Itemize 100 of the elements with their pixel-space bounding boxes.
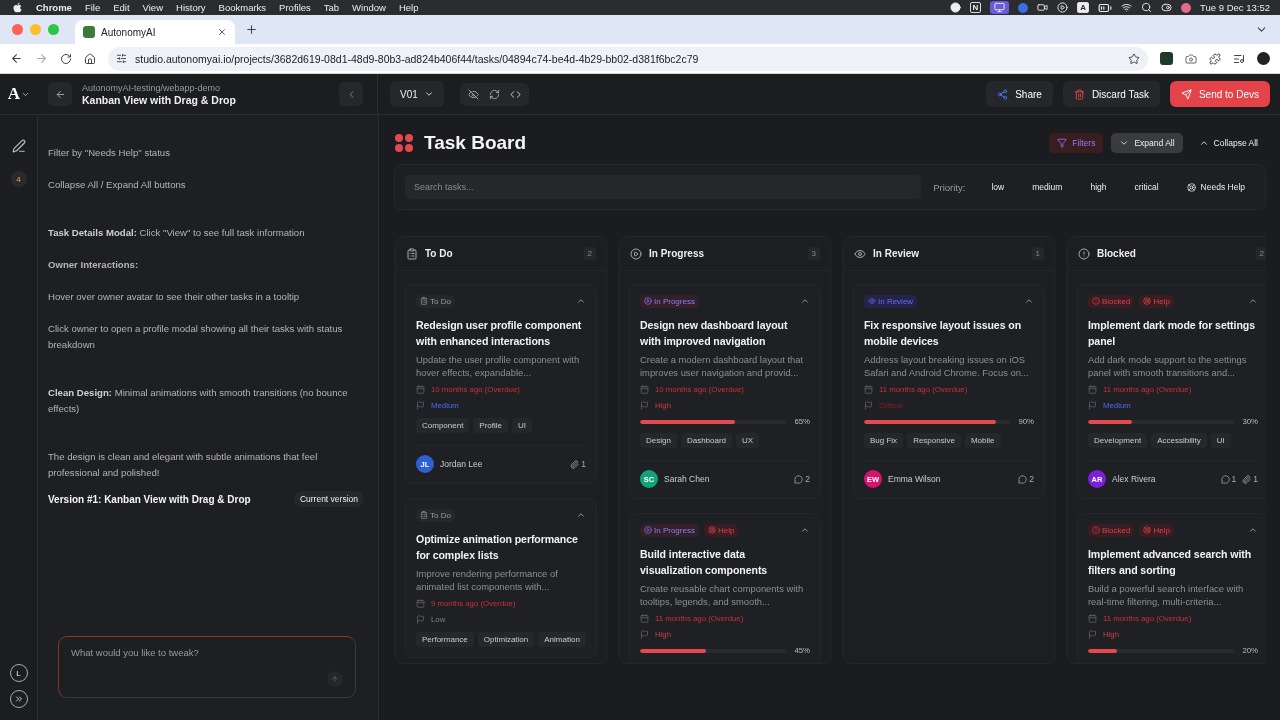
menu-item[interactable]: Chrome: [36, 2, 72, 13]
filters-button[interactable]: Filters: [1049, 133, 1104, 153]
code-icon[interactable]: [509, 88, 521, 100]
menu-item[interactable]: History: [176, 2, 206, 13]
tag: UI: [512, 418, 533, 433]
owner-name[interactable]: Jordan Lee: [440, 459, 565, 469]
flag-icon: [640, 630, 649, 639]
version-badge: Current version: [293, 491, 364, 507]
screen-share-button[interactable]: [990, 1, 1010, 14]
profile-avatar[interactable]: [1257, 52, 1270, 65]
camera-icon[interactable]: [1185, 52, 1197, 65]
menu-item[interactable]: File: [84, 2, 101, 13]
board-logo-icon: [394, 133, 414, 153]
expand-button[interactable]: Expand All: [1111, 133, 1183, 153]
discard-button[interactable]: Discard Task: [1062, 81, 1160, 107]
play-icon[interactable]: [1057, 2, 1069, 13]
menu-item[interactable]: View: [142, 2, 163, 13]
task-card[interactable]: [853, 284, 1045, 499]
menu-item[interactable]: Profiles: [279, 2, 311, 13]
video-icon[interactable]: [1037, 2, 1049, 13]
address-bar[interactable]: studio.autonomyai.io/projects/3682d619-08d1-48d9-80b3-ad824b406f44/tasks/04894c74-be4d-4b29-bb02-d381f6bc2c79: [108, 46, 1148, 71]
owner-name[interactable]: Emma Wilson: [888, 474, 1013, 484]
collapse-button[interactable]: [1024, 296, 1034, 306]
status-badge: In Progress: [640, 523, 699, 537]
calendar-icon: [416, 385, 425, 394]
priority-filter[interactable]: medium: [1022, 177, 1073, 197]
record-icon[interactable]: [949, 2, 961, 13]
alert-icon: [1078, 247, 1090, 260]
menubar-app-icon[interactable]: A: [1077, 2, 1090, 13]
comment-count: 2: [805, 474, 810, 484]
task-title: Kanban View with Drag & Drop: [82, 93, 237, 106]
collapse-button[interactable]: [1248, 525, 1258, 535]
menu-item[interactable]: Help: [398, 2, 419, 13]
priority-filter[interactable]: high: [1080, 177, 1117, 197]
menu-item[interactable]: Window: [352, 2, 386, 13]
search-icon[interactable]: [1141, 2, 1153, 13]
edit-icon[interactable]: [11, 139, 26, 153]
back-icon[interactable]: [10, 52, 23, 65]
needs-help-filter[interactable]: Needs Help: [1176, 177, 1255, 197]
owner-name[interactable]: Alex Rivera: [1112, 474, 1215, 484]
apple-icon[interactable]: [12, 2, 23, 13]
paragraph: The design is clean and elegant with subtle animations that feel professional and polished!: [48, 450, 319, 480]
close-icon[interactable]: [217, 27, 227, 37]
meeting-app-icon[interactable]: [1018, 2, 1029, 13]
task-description: Add dark mode support to the settings panel with smooth transitions and...: [1088, 353, 1248, 379]
paragraph: Filter by "Needs Help" status: [48, 146, 171, 160]
task-title: Implement advanced search with filters and sorting: [1088, 547, 1253, 578]
user-avatar[interactable]: [1181, 2, 1192, 13]
task-description: Create a modern dashboard layout that improves user navigation and provid...: [640, 353, 805, 379]
help-badge: Help: [703, 523, 739, 537]
status-badge: Blocked: [1088, 294, 1135, 308]
new-tab-icon[interactable]: [245, 23, 258, 36]
extensions-icon[interactable]: [1209, 52, 1221, 65]
collapse-button[interactable]: [576, 510, 586, 520]
tag: Development: [1088, 433, 1148, 448]
chat-input[interactable]: What would you like to tweak?: [71, 647, 343, 658]
collapse-button[interactable]: [1248, 296, 1258, 306]
priority-filter[interactable]: critical: [1124, 177, 1169, 197]
browser-tab[interactable]: AutonomyAI: [75, 20, 235, 44]
menu-item[interactable]: Bookmarks: [218, 2, 267, 13]
tag: Optimization: [477, 632, 535, 647]
priority-filter[interactable]: low: [981, 177, 1015, 197]
menu-item[interactable]: Tab: [323, 2, 340, 13]
reload-icon[interactable]: [60, 52, 72, 65]
collapse-button[interactable]: [800, 296, 810, 306]
calendar-icon: [864, 385, 873, 394]
extension-icon[interactable]: [1160, 52, 1173, 65]
board-title: Task Board: [424, 132, 527, 154]
owner-name[interactable]: Sarah Chen: [664, 474, 789, 484]
collapse-button[interactable]: Collapse All: [1190, 133, 1266, 153]
calendar-icon: [640, 385, 649, 394]
paragraph: Click owner to open a profile modal showing all their tasks with status breakdown: [48, 322, 344, 352]
wifi-icon[interactable]: [1121, 2, 1133, 13]
task-card[interactable]: [629, 284, 821, 499]
menubar-app-icon[interactable]: N: [969, 2, 982, 13]
eye-off-icon[interactable]: [467, 88, 479, 100]
control-center-icon[interactable]: [1161, 2, 1173, 13]
filter-icon: [1057, 138, 1068, 148]
back-button[interactable]: [48, 82, 72, 106]
chevron-up-icon: [1198, 138, 1209, 148]
collapse-button[interactable]: [576, 296, 586, 306]
task-card[interactable]: [1077, 284, 1266, 499]
media-icon[interactable]: [1233, 52, 1245, 65]
version-select[interactable]: V01: [390, 81, 444, 107]
collapse-button[interactable]: [800, 525, 810, 535]
task-title: Redesign user profile component with enhanced interactions: [416, 318, 583, 349]
breadcrumb: AutonomyAI-testing/webapp-demo: [82, 82, 222, 93]
search-field[interactable]: Search tasks...: [405, 175, 922, 199]
share-button[interactable]: Share: [986, 81, 1053, 107]
paperclip-icon: [570, 459, 580, 469]
flag-icon: [640, 401, 649, 410]
task-count: 2: [583, 247, 596, 260]
status-badge: In Progress: [640, 294, 699, 308]
arrow-up-icon: [331, 675, 339, 683]
refresh-icon[interactable]: [488, 88, 500, 100]
menu-item[interactable]: Edit: [113, 2, 130, 13]
task-title: Build interactive data visualization components: [640, 547, 769, 578]
send-button[interactable]: Send to Devs: [1169, 81, 1270, 107]
section-heading: Owner Interactions:: [48, 258, 140, 272]
home-icon[interactable]: [84, 52, 96, 65]
